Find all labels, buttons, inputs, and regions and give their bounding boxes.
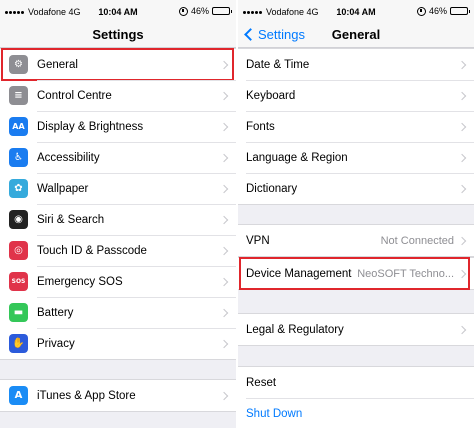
sos-icon: SOS xyxy=(9,272,28,291)
page-title: General xyxy=(331,27,381,42)
gear-icon: ⚙ xyxy=(9,55,28,74)
row-value: NeoSOFT Techno... xyxy=(357,267,454,280)
row-label: Keyboard xyxy=(246,89,296,102)
settings-row-general[interactable]: ⚙ General xyxy=(0,48,236,81)
row-label: Shut Down xyxy=(246,407,303,420)
row-label: Dictionary xyxy=(246,182,298,195)
navigation-bar: Settings xyxy=(0,24,236,48)
row-label: VPN xyxy=(246,234,270,247)
chevron-right-icon xyxy=(219,215,229,224)
flower-icon: ✿ xyxy=(9,179,28,198)
battery-icon: ▬ xyxy=(9,303,28,322)
page-title: Settings xyxy=(92,27,144,42)
row-label: Privacy xyxy=(37,337,75,350)
settings-row-language-and-region[interactable]: Language & Region xyxy=(238,142,474,173)
settings-row-display-and-brightness[interactable]: AA Display & Brightness xyxy=(0,111,236,142)
settings-row-shut-down[interactable]: Shut Down xyxy=(238,398,474,428)
row-label: Fonts xyxy=(246,120,275,133)
chevron-right-icon xyxy=(219,91,229,100)
battery-percent: 46% xyxy=(428,6,447,16)
battery-icon xyxy=(212,7,232,15)
row-label: Siri & Search xyxy=(37,213,105,226)
chevron-right-icon xyxy=(219,60,229,69)
general-screen: Vodafone 4G 10:04 AM 46% Settings Genera… xyxy=(238,0,474,428)
siri-icon: ◉ xyxy=(9,210,28,229)
accessibility-person-icon: ♿ xyxy=(9,148,28,167)
row-label: iTunes & App Store xyxy=(37,389,136,402)
battery-status: 46% xyxy=(178,6,232,16)
chevron-right-icon xyxy=(457,60,467,69)
row-label: Battery xyxy=(37,306,74,319)
toggles-icon: ≡ xyxy=(9,86,28,105)
row-label: Reset xyxy=(246,376,277,389)
row-label: Language & Region xyxy=(246,151,348,164)
rotation-lock-icon xyxy=(416,6,426,16)
chevron-right-icon xyxy=(457,91,467,100)
settings-row-keyboard[interactable]: Keyboard xyxy=(238,80,474,111)
highlight-box xyxy=(1,48,234,81)
row-label: Wallpaper xyxy=(37,182,89,195)
navigation-bar: Settings General xyxy=(238,24,474,48)
chevron-right-icon xyxy=(219,246,229,255)
settings-row-emergency-sos[interactable]: SOS Emergency SOS xyxy=(0,266,236,297)
general-group-legal: Legal & Regulatory xyxy=(238,313,474,346)
chevron-right-icon xyxy=(219,277,229,286)
status-bar: Vodafone 4G 10:04 AM 46% xyxy=(0,0,236,24)
row-label: General xyxy=(37,58,78,71)
row-label: Date & Time xyxy=(246,58,310,71)
settings-row-date-and-time[interactable]: Date & Time xyxy=(238,49,474,80)
row-label: Legal & Regulatory xyxy=(246,323,344,336)
battery-status: 46% xyxy=(416,6,470,16)
hand-icon: ✋ xyxy=(9,334,28,353)
fingerprint-icon: ◎ xyxy=(9,241,28,260)
settings-row-siri-and-search[interactable]: ◉ Siri & Search xyxy=(0,204,236,235)
settings-row-touch-id-and-passcode[interactable]: ◎ Touch ID & Passcode xyxy=(0,235,236,266)
app-store-icon: A xyxy=(9,386,28,405)
settings-row-legal-and-regulatory[interactable]: Legal & Regulatory xyxy=(238,314,474,345)
chevron-right-icon xyxy=(219,184,229,193)
chevron-right-icon xyxy=(457,153,467,162)
general-group-datetime: Date & Time Keyboard Fonts Language & Regio… xyxy=(238,48,474,205)
settings-row-battery[interactable]: ▬ Battery xyxy=(0,297,236,328)
rotation-lock-icon xyxy=(178,6,188,16)
chevron-right-icon xyxy=(457,236,467,245)
row-label: Touch ID & Passcode xyxy=(37,244,147,257)
settings-row-wallpaper[interactable]: ✿ Wallpaper xyxy=(0,173,236,204)
settings-row-vpn[interactable]: VPN Not Connected xyxy=(238,225,474,256)
settings-row-control-centre[interactable]: ≡ Control Centre xyxy=(0,80,236,111)
chevron-right-icon xyxy=(219,122,229,131)
chevron-right-icon xyxy=(457,269,467,278)
row-label: Display & Brightness xyxy=(37,120,144,133)
row-label: Accessibility xyxy=(37,151,100,164)
row-value: Not Connected xyxy=(380,234,454,247)
settings-row-fonts[interactable]: Fonts xyxy=(238,111,474,142)
general-group-reset: Reset Shut Down xyxy=(238,366,474,428)
chevron-right-icon xyxy=(457,184,467,193)
chevron-right-icon xyxy=(219,308,229,317)
row-label: Control Centre xyxy=(37,89,112,102)
status-bar: Vodafone 4G 10:04 AM 46% xyxy=(238,0,474,24)
settings-group-main: ⚙ General ≡ Control Centre AA Display & Brigh… xyxy=(0,48,236,360)
settings-row-dictionary[interactable]: Dictionary xyxy=(238,173,474,204)
settings-row-accessibility[interactable]: ♿ Accessibility xyxy=(0,142,236,173)
battery-icon xyxy=(450,7,470,15)
settings-row-reset[interactable]: Reset xyxy=(238,367,474,398)
general-group-device-management: Device Management NeoSOFT Techno... xyxy=(238,257,474,290)
aa-icon: AA xyxy=(9,117,28,136)
row-label: Emergency SOS xyxy=(37,275,123,288)
chevron-right-icon xyxy=(457,325,467,334)
settings-screen: Vodafone 4G 10:04 AM 46% Settings ⚙ Gener… xyxy=(0,0,236,428)
row-label: Device Management xyxy=(246,267,352,280)
battery-percent: 46% xyxy=(190,6,209,16)
chevron-right-icon xyxy=(219,153,229,162)
settings-row-itunes-and-app-store[interactable]: AiTunes & App Store xyxy=(0,380,236,411)
chevron-right-icon xyxy=(457,122,467,131)
settings-row-device-management[interactable]: Device Management NeoSOFT Techno... xyxy=(238,257,474,290)
settings-group-store: AiTunes & App Store xyxy=(0,379,236,412)
general-group-vpn: VPN Not Connected xyxy=(238,224,474,257)
chevron-right-icon xyxy=(219,339,229,348)
chevron-right-icon xyxy=(219,391,229,400)
settings-row-privacy[interactable]: ✋ Privacy xyxy=(0,328,236,359)
